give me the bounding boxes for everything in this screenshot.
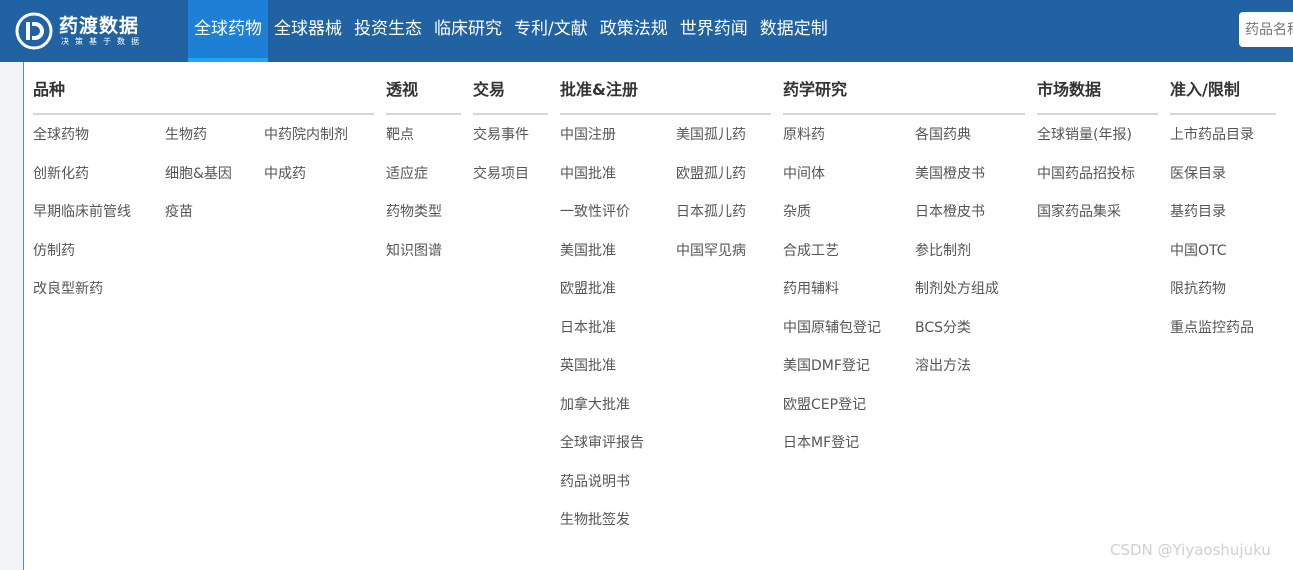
brand-slogan: 决策基于数据 (61, 37, 145, 46)
menu-item[interactable]: 中国药品招投标 (1037, 165, 1135, 183)
menu-item[interactable]: 日本MF登记 (783, 434, 859, 452)
menu-item[interactable]: 中成药 (264, 165, 306, 183)
brand-logo[interactable]: 药渡数据 决策基于数据 (15, 11, 175, 51)
menu-item[interactable]: 生物批签发 (560, 511, 630, 529)
heading-divider (386, 113, 461, 115)
menu-item[interactable]: 国家药品集采 (1037, 203, 1121, 221)
menu-item[interactable]: 加拿大批准 (560, 396, 630, 414)
nav-global-devices[interactable]: 全球器械 (268, 0, 348, 62)
menu-item[interactable]: 中药院内制剂 (264, 126, 348, 144)
menu-item[interactable]: 欧盟批准 (560, 280, 616, 298)
menu-item[interactable]: 早期临床前管线 (33, 203, 131, 221)
heading-divider (560, 113, 771, 115)
menu-item[interactable]: 欧盟CEP登记 (783, 396, 866, 414)
main-nav: 全球药物 全球器械 投资生态 临床研究 专利/文献 政策法规 世界药闻 数据定制 (188, 0, 834, 62)
menu-item[interactable]: 日本橙皮书 (915, 203, 985, 221)
search-input[interactable] (1239, 12, 1293, 47)
menu-heading-access: 准入/限制 (1170, 80, 1240, 99)
menu-item[interactable]: 日本批准 (560, 319, 616, 337)
menu-item[interactable]: 原料药 (783, 126, 825, 144)
menu-item[interactable]: 日本孤儿药 (676, 203, 746, 221)
heading-divider (473, 113, 548, 115)
menu-item[interactable]: 各国药典 (915, 126, 971, 144)
yaodu-logo-icon (15, 12, 53, 50)
menu-heading-perspective: 透视 (386, 80, 419, 99)
menu-item[interactable]: 医保目录 (1170, 165, 1226, 183)
menu-item[interactable]: 欧盟孤儿药 (676, 165, 746, 183)
heading-divider (1170, 113, 1276, 115)
menu-item[interactable]: 美国DMF登记 (783, 357, 870, 375)
menu-item[interactable]: BCS分类 (915, 319, 971, 337)
nav-investment[interactable]: 投资生态 (348, 0, 428, 62)
menu-item[interactable]: 疫苗 (165, 203, 193, 221)
menu-item[interactable]: 中国原辅包登记 (783, 319, 881, 337)
menu-item[interactable]: 全球审评报告 (560, 434, 644, 452)
menu-item[interactable]: 药物类型 (386, 203, 442, 221)
menu-item[interactable]: 制剂处方组成 (915, 280, 999, 298)
menu-heading-pharma: 药学研究 (783, 80, 848, 99)
menu-item[interactable]: 美国批准 (560, 242, 616, 260)
nav-clinical[interactable]: 临床研究 (428, 0, 508, 62)
csdn-watermark: CSDN @Yiyaoshujuku (1110, 541, 1271, 559)
menu-item[interactable]: 英国批准 (560, 357, 616, 375)
nav-patents[interactable]: 专利/文献 (508, 0, 594, 62)
menu-item[interactable]: 中国批准 (560, 165, 616, 183)
menu-item[interactable]: 药品说明书 (560, 473, 630, 491)
top-navigation-bar: 药渡数据 决策基于数据 全球药物 全球器械 投资生态 临床研究 专利/文献 政策… (0, 0, 1293, 62)
menu-item[interactable]: 全球销量(年报) (1037, 126, 1132, 144)
menu-item[interactable]: 合成工艺 (783, 242, 839, 260)
dropdown-mega-menu: 品种 全球药物 创新化药 早期临床前管线 仿制药 改良型新药 生物药 细胞&基因… (23, 62, 1293, 570)
menu-item[interactable]: 适应症 (386, 165, 428, 183)
heading-divider (783, 113, 1025, 115)
menu-item[interactable]: 参比制剂 (915, 242, 971, 260)
menu-item[interactable]: 重点监控药品 (1170, 319, 1254, 337)
menu-item[interactable]: 中国OTC (1170, 242, 1227, 260)
menu-item[interactable]: 中国注册 (560, 126, 616, 144)
heading-divider (1037, 113, 1158, 115)
heading-divider (33, 113, 374, 115)
menu-item[interactable]: 知识图谱 (386, 242, 442, 260)
menu-item[interactable]: 溶出方法 (915, 357, 971, 375)
nav-global-drugs[interactable]: 全球药物 (188, 0, 268, 62)
menu-item[interactable]: 仿制药 (33, 242, 75, 260)
nav-policy[interactable]: 政策法规 (594, 0, 674, 62)
menu-item[interactable]: 创新化药 (33, 165, 89, 183)
menu-item[interactable]: 交易项目 (473, 165, 529, 183)
menu-item[interactable]: 基药目录 (1170, 203, 1226, 221)
menu-item[interactable]: 中国罕见病 (676, 242, 746, 260)
menu-heading-approval: 批准&注册 (560, 80, 638, 99)
menu-item[interactable]: 一致性评价 (560, 203, 630, 221)
menu-item[interactable]: 交易事件 (473, 126, 529, 144)
menu-heading-trade: 交易 (473, 80, 506, 99)
menu-item[interactable]: 美国橙皮书 (915, 165, 985, 183)
menu-item[interactable]: 细胞&基因 (165, 165, 232, 183)
menu-item[interactable]: 生物药 (165, 126, 207, 144)
nav-world-news[interactable]: 世界药闻 (674, 0, 754, 62)
menu-heading-categories: 品种 (33, 80, 66, 99)
nav-data-custom[interactable]: 数据定制 (754, 0, 834, 62)
menu-item[interactable]: 限抗药物 (1170, 280, 1226, 298)
menu-item[interactable]: 上市药品目录 (1170, 126, 1254, 144)
menu-heading-market: 市场数据 (1037, 80, 1102, 99)
menu-item[interactable]: 中间体 (783, 165, 825, 183)
brand-title: 药渡数据 (59, 15, 140, 37)
menu-item[interactable]: 药用辅料 (783, 280, 839, 298)
menu-item[interactable]: 靶点 (386, 126, 414, 144)
menu-item[interactable]: 美国孤儿药 (676, 126, 746, 144)
menu-item[interactable]: 改良型新药 (33, 280, 103, 298)
menu-item[interactable]: 杂质 (783, 203, 811, 221)
menu-item[interactable]: 全球药物 (33, 126, 89, 144)
